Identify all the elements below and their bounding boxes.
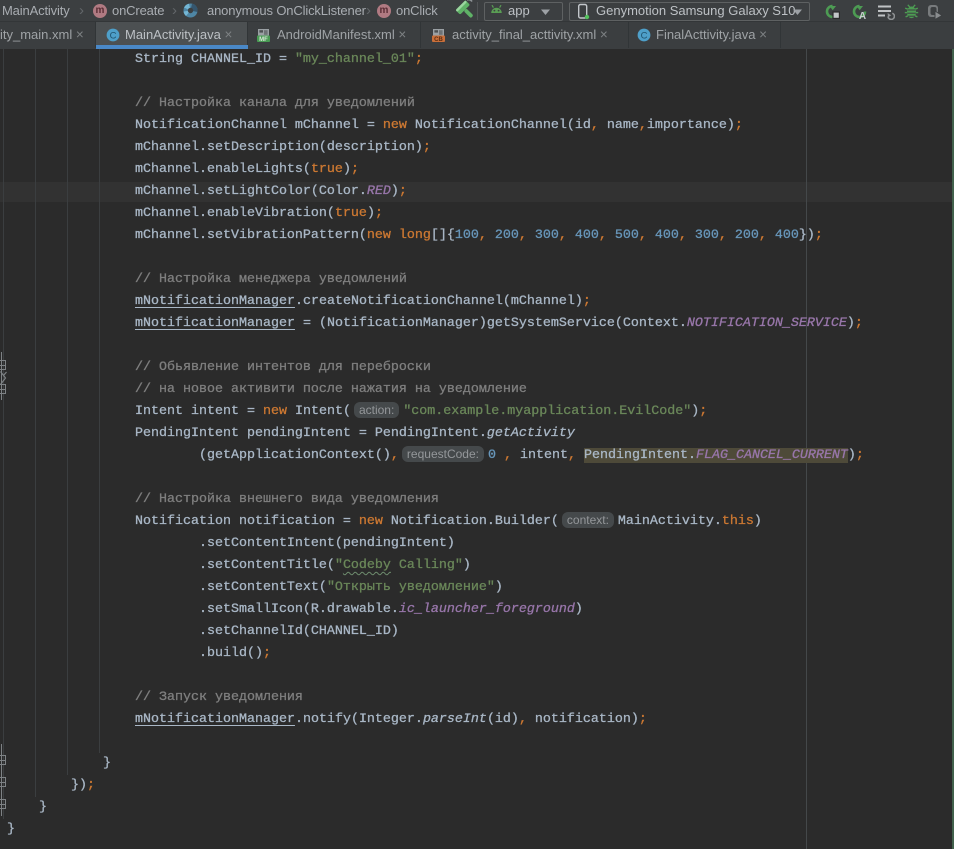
svg-text:C: C <box>110 30 117 41</box>
svg-text:CB: CB <box>434 37 443 43</box>
svg-text:A: A <box>859 11 866 20</box>
svg-text:MF: MF <box>259 37 268 43</box>
svg-text:C: C <box>641 30 648 41</box>
